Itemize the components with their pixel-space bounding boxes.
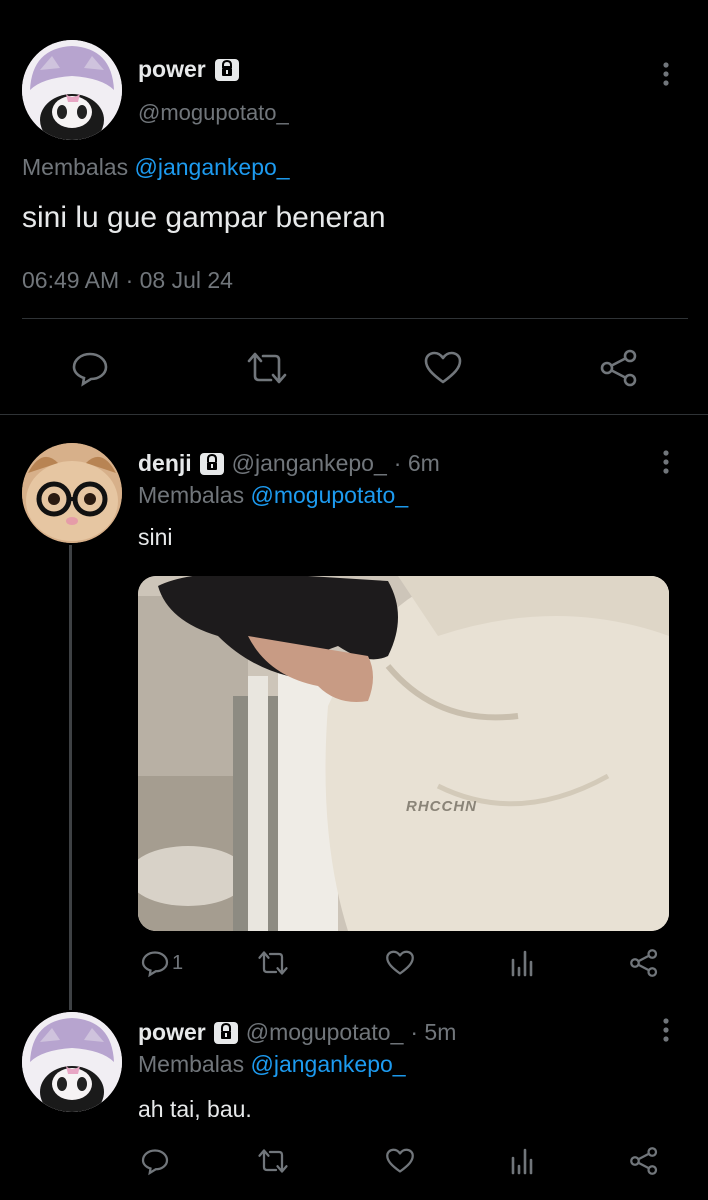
reply-prefix: Membalas [138,1051,245,1077]
reply-count: 1 [172,951,184,974]
like-icon[interactable] [422,348,464,388]
reply-prefix: Membalas [22,154,129,180]
retweet-icon[interactable] [256,948,290,978]
share-icon[interactable] [628,948,660,978]
timestamp: 06:49 AM · 08 Jul 24 [22,267,233,293]
like-icon[interactable] [384,948,416,978]
lock-icon [199,452,225,476]
tweet-media[interactable]: RHCCHN [138,576,669,931]
thread-line [69,545,72,1010]
reply-icon[interactable] [140,1146,170,1176]
reply-action[interactable]: 1 [140,948,183,978]
share-icon[interactable] [598,348,640,388]
retweet-icon[interactable] [245,348,289,388]
handle[interactable]: @mogupotato_ [246,1019,404,1046]
avatar[interactable] [22,1012,122,1112]
analytics-icon[interactable] [508,1146,538,1176]
handle[interactable]: @jangankepo_ [232,450,387,477]
more-options-icon[interactable] [656,1016,676,1044]
tweet-text: ah tai, bau. [138,1096,252,1122]
reply-to-link[interactable]: @mogupotato_ [251,482,409,508]
analytics-icon[interactable] [508,948,538,978]
reply-to-link[interactable]: @jangankepo_ [135,154,290,180]
reply-icon[interactable] [70,348,110,388]
more-options-icon[interactable] [656,60,676,88]
time-ago: · 5m [410,1019,457,1045]
display-name[interactable]: denji [138,450,192,477]
retweet-icon[interactable] [256,1146,290,1176]
tweet-text: sini [138,524,173,550]
avatar[interactable] [22,40,122,140]
media-print-text: RHCCHN [406,798,477,815]
reply-icon[interactable] [140,948,170,978]
handle[interactable]: @mogupotato_ [138,100,289,126]
avatar[interactable] [22,443,122,543]
tweet-text: sini lu gue gampar beneran [22,201,386,234]
display-name[interactable]: power [138,56,206,83]
share-icon[interactable] [628,1146,660,1176]
display-name[interactable]: power [138,1019,206,1046]
divider [22,318,688,319]
more-options-icon[interactable] [656,448,676,476]
divider [0,414,708,415]
like-icon[interactable] [384,1146,416,1176]
reply-prefix: Membalas [138,482,245,508]
lock-icon [214,58,240,82]
lock-icon [213,1021,239,1045]
reply-to-link[interactable]: @jangankepo_ [251,1051,406,1077]
time-ago: · 6m [393,450,440,476]
